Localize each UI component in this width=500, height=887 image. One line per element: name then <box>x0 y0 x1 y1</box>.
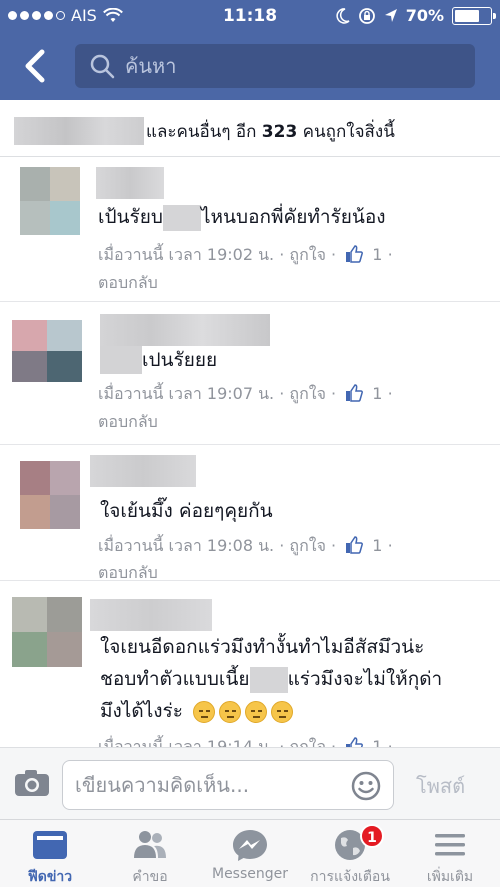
comment-meta: เมื่อวานนี้ เวลา 19:08 น. · ถูกใจ · 1 · <box>98 536 393 555</box>
post-button[interactable]: โพสต์ <box>416 770 465 802</box>
like-link[interactable]: ถูกใจ <box>289 384 326 403</box>
status-icons: 70% <box>336 6 496 25</box>
back-icon[interactable] <box>18 48 54 84</box>
reply-link[interactable]: ตอบกลับ <box>98 271 158 296</box>
avatar[interactable] <box>12 320 82 382</box>
unamused-emoji-icon <box>245 700 267 723</box>
top-header: AIS 11:18 70% <box>0 0 500 100</box>
camera-icon[interactable] <box>14 768 50 798</box>
comment-item: เปนรัยยย เมื่อวานนี้ เวลา 19:07 น. · ถูก… <box>0 302 500 445</box>
thumbs-up-icon <box>346 245 364 263</box>
comment-input[interactable] <box>75 761 345 809</box>
search-bar[interactable] <box>75 44 475 88</box>
tab-label: การแจ้งเตือน <box>310 869 390 885</box>
avatar[interactable] <box>20 461 80 529</box>
likes-count: 323 <box>261 122 298 142</box>
tab-news-feed[interactable]: ฟีดข่าว <box>0 820 100 887</box>
comment-item: เป้นรัยบ ไหนบอกพี่คัยทำรัยน้อง เมื่อวานนี… <box>0 157 500 302</box>
comment-text: เปนรัยยย <box>142 349 218 371</box>
search-icon <box>90 54 115 79</box>
likes-summary[interactable]: และคนอื่นๆ อีก 323 คนถูกใจสิ่งนี้ <box>0 100 500 157</box>
comments-list: เป้นรัยบ ไหนบอกพี่คัยทำรัยน้อง เมื่อวานนี… <box>0 157 500 747</box>
avatar[interactable] <box>20 167 80 235</box>
tab-label: ฟีดข่าว <box>27 869 73 885</box>
thumbs-up-icon <box>346 536 364 554</box>
search-input[interactable] <box>125 44 465 88</box>
like-link[interactable]: ถูกใจ <box>289 536 326 555</box>
tab-more[interactable]: เพิ่มเติม <box>400 820 500 887</box>
author-name-blurred[interactable] <box>90 455 196 487</box>
tab-friend-requests[interactable]: คำขอ <box>100 820 200 887</box>
comment-item: ใจเย้นมึ๊ง ค่อยๆคุยกัน เมื่อวานนี้ เวลา … <box>0 445 500 582</box>
blurred-names <box>14 117 144 145</box>
location-icon <box>384 8 397 22</box>
author-name-blurred[interactable] <box>100 314 270 346</box>
emoji-smiley-icon[interactable] <box>351 771 381 801</box>
comment-text: เป้นรัยบ ไหนบอกพี่คัยทำรัยน้อง <box>98 203 386 231</box>
tab-label: เพิ่มเติม <box>426 869 474 885</box>
likes-text: และคนอื่นๆ อีก 323 คนถูกใจสิ่งนี้ <box>146 122 395 142</box>
unamused-emoji-icon <box>271 700 293 723</box>
bottom-tab-bar: ฟีดข่าว คำขอ Messenger 1 การแจ้งเตือน เพ… <box>0 819 500 887</box>
tab-label: คำขอ <box>132 869 168 885</box>
messenger-icon <box>233 830 267 861</box>
comment-text-line-3: มึงได้ไงร่ะ <box>100 697 297 725</box>
comment-meta: เมื่อวานนี้ เวลา 19:02 น. · ถูกใจ · 1 · <box>98 245 393 264</box>
thumbs-up-icon <box>346 384 364 402</box>
author-name-blurred-2 <box>100 346 142 374</box>
reply-link[interactable]: ตอบกลับ <box>98 410 158 435</box>
tab-notifications[interactable]: 1 การแจ้งเตือน <box>300 820 400 887</box>
status-bar: AIS 11:18 70% <box>0 0 500 34</box>
comment-meta: เมื่อวานนี้ เวลา 19:14 น. · ถูกใจ · 1 · <box>98 735 393 747</box>
comment-text-line-1: ใจเยนอีดอกแร่วมึงทำงั้นทำไมอีสัสมึวน่ะ <box>100 636 425 658</box>
avatar[interactable] <box>12 597 82 667</box>
comment-input-box[interactable] <box>62 760 394 810</box>
battery-icon <box>452 6 496 25</box>
notification-badge: 1 <box>360 824 384 848</box>
news-feed-icon <box>33 831 67 859</box>
comment-composer: โพสต์ <box>0 747 500 819</box>
moon-icon <box>336 7 350 24</box>
comment-meta: เมื่อวานนี้ เวลา 19:07 น. · ถูกใจ · 1 · <box>98 384 393 403</box>
comment-text-line-2: ชอบทำตัวแบบเนี้ย แร่วมึงจะไม่ให้กุด่า <box>100 665 442 693</box>
unamused-emoji-icon <box>219 700 241 723</box>
comment-item: ใจเยนอีดอกแร่วมึงทำงั้นทำไมอีสัสมึวน่ะ ช… <box>0 581 500 747</box>
rotation-lock-icon <box>358 7 375 24</box>
tab-messenger[interactable]: Messenger <box>200 820 300 887</box>
author-name-blurred[interactable] <box>96 167 164 199</box>
battery-percent: 70% <box>405 6 444 25</box>
friend-requests-icon <box>134 831 166 858</box>
unamused-emoji-icon <box>193 700 215 723</box>
comment-text: ใจเย้นมึ๊ง ค่อยๆคุยกัน <box>100 500 273 522</box>
menu-icon <box>435 834 465 856</box>
like-link[interactable]: ถูกใจ <box>289 245 326 264</box>
tab-label: Messenger <box>211 866 289 882</box>
author-name-blurred[interactable] <box>90 599 212 631</box>
like-link[interactable]: ถูกใจ <box>289 737 326 747</box>
thumbs-up-icon <box>346 737 364 747</box>
